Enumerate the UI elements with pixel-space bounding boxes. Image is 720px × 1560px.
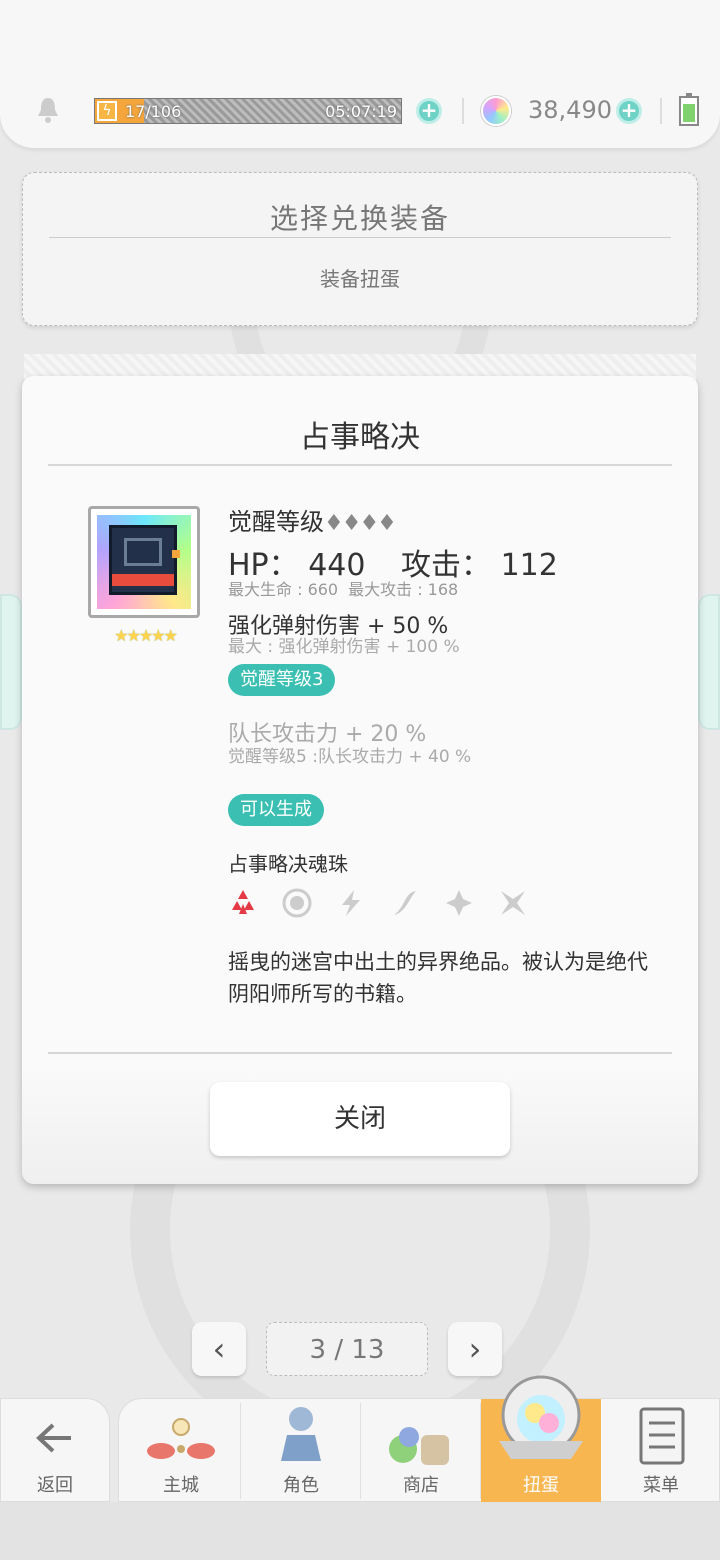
prev-page-button[interactable]: ‹ xyxy=(192,1322,246,1376)
gacha-icon xyxy=(499,1375,583,1459)
leader-skill-max: 觉醒等级5 :队长攻击力 + 40 % xyxy=(228,747,472,767)
orb-element-icon xyxy=(282,888,312,918)
nav-item-shop[interactable]: 商店 xyxy=(361,1399,481,1503)
battery-icon xyxy=(679,93,699,126)
nav-item-menu[interactable]: 菜单 xyxy=(601,1399,720,1503)
star-element-icon xyxy=(446,890,472,916)
nav-label: 菜单 xyxy=(643,1475,679,1496)
element-icons xyxy=(228,888,548,924)
status-bar: ϟ 17/106 05:07:19 + 38,490 + xyxy=(0,0,720,148)
bottom-nav: 主城 角色 商店 扭蛋 菜单 xyxy=(118,1375,720,1503)
divider xyxy=(462,98,464,124)
side-tab-right xyxy=(698,594,720,730)
max-hp: 最大生命 : 660 xyxy=(228,580,339,599)
lightning-element-icon xyxy=(342,890,360,916)
town-icon xyxy=(147,1418,215,1459)
atk-value: 112 xyxy=(500,548,558,583)
divider xyxy=(49,237,671,238)
side-tab-left xyxy=(0,594,22,730)
awake-diamonds: ♦♦♦♦ xyxy=(324,511,397,536)
awake-label: 觉醒等级 xyxy=(228,508,324,536)
back-arrow-icon xyxy=(36,1423,71,1453)
can-generate-badge: 可以生成 xyxy=(228,794,324,826)
next-page-button[interactable]: › xyxy=(448,1322,502,1376)
awake-level-badge: 觉醒等级3 xyxy=(228,664,336,696)
bell-icon[interactable] xyxy=(36,96,60,124)
book-icon xyxy=(97,515,191,609)
back-button[interactable]: 返回 xyxy=(0,1398,110,1502)
add-energy-button[interactable]: + xyxy=(416,98,442,124)
shop-icon xyxy=(389,1427,449,1465)
item-detail-dialog: 占事略决 ★★★★★ 觉醒等级♦♦♦♦ HP： 440 攻击： 112 最大生命… xyxy=(22,376,698,1184)
dialog-title: 占事略决 xyxy=(300,420,420,455)
page-indicator: 3 / 13 xyxy=(266,1322,428,1376)
rarity-stars: ★★★★★ xyxy=(114,626,178,645)
back-label: 返回 xyxy=(37,1475,73,1496)
page-title: 选择兑换装备 xyxy=(269,202,450,235)
soul-orb-name: 占事略决魂珠 xyxy=(228,852,348,876)
exchange-header: 选择兑换装备 装备扭蛋 xyxy=(22,172,698,326)
wind-element-icon xyxy=(394,891,416,915)
energy-timer: 05:07:19 xyxy=(325,102,397,121)
nav-item-town[interactable]: 主城 xyxy=(121,1399,241,1503)
max-atk: 最大攻击 : 168 xyxy=(348,580,459,599)
fire-element-icon xyxy=(232,890,254,914)
close-button[interactable]: 关闭 xyxy=(210,1082,510,1156)
divider xyxy=(48,464,672,466)
add-gems-button[interactable]: + xyxy=(616,98,642,124)
item-thumbnail xyxy=(88,506,200,618)
energy-count: 17/106 xyxy=(125,102,182,121)
nav-label: 扭蛋 xyxy=(523,1475,559,1496)
system-bar xyxy=(0,1502,720,1560)
nav-label: 主城 xyxy=(163,1475,199,1496)
energy-bar: ϟ 17/106 05:07:19 xyxy=(94,98,402,124)
gem-count: 38,490 xyxy=(528,96,612,124)
nav-item-gacha[interactable]: 扭蛋 xyxy=(481,1375,601,1503)
nav-item-character[interactable]: 角色 xyxy=(241,1399,361,1503)
gem-icon xyxy=(481,96,511,126)
nav-label: 角色 xyxy=(283,1475,319,1496)
page-subtitle: 装备扭蛋 xyxy=(320,267,400,291)
awake-level: 觉醒等级♦♦♦♦ xyxy=(228,502,397,537)
menu-icon xyxy=(639,1407,685,1465)
skill-max: 最大 : 强化弹射伤害 + 100 % xyxy=(228,637,460,657)
energy-bolt-icon: ϟ xyxy=(97,101,117,121)
max-stats: 最大生命 : 660 最大攻击 : 168 xyxy=(228,576,458,600)
item-description: 摇曳的迷宫中出土的异界绝品。被认为是绝代阴阳师所写的书籍。 xyxy=(228,950,648,1006)
character-icon xyxy=(281,1407,321,1461)
dark-element-icon xyxy=(501,891,525,915)
divider xyxy=(660,98,662,124)
nav-label: 商店 xyxy=(403,1475,439,1496)
divider xyxy=(48,1052,672,1054)
